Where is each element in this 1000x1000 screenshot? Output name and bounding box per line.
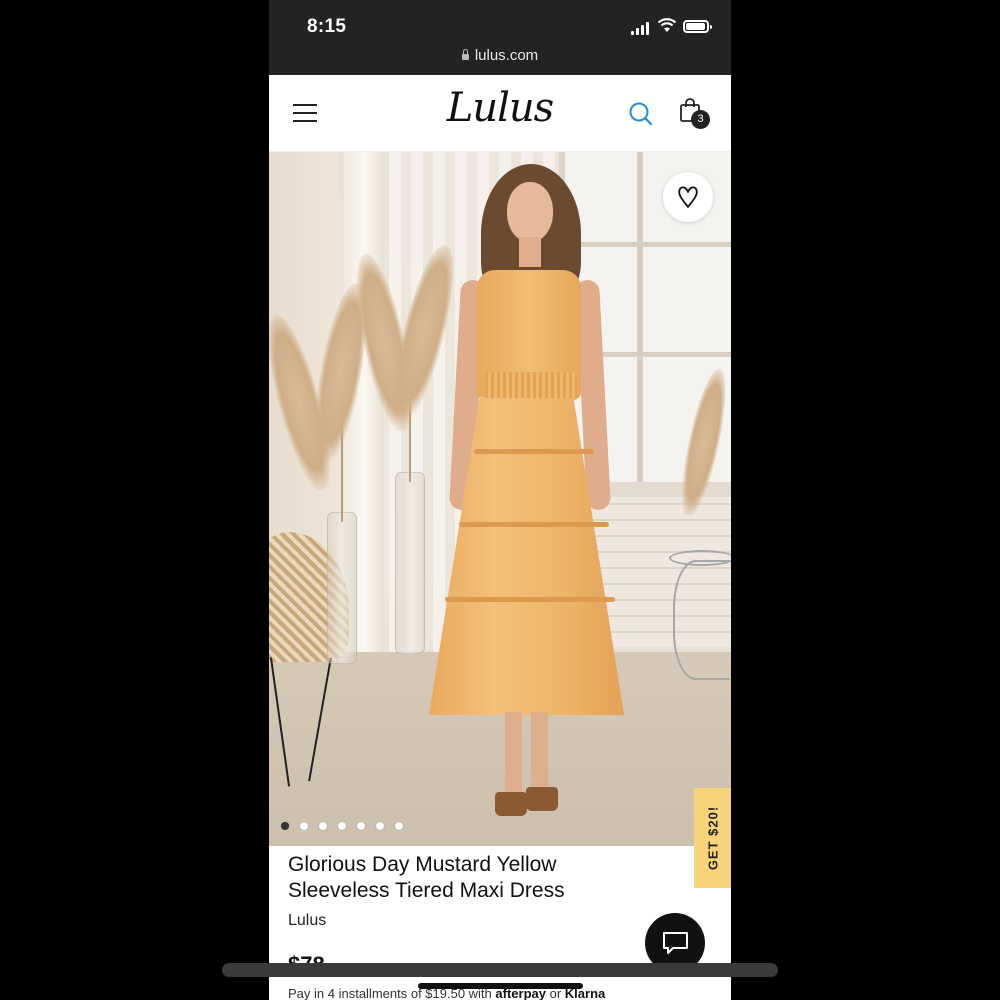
heart-icon <box>678 186 698 208</box>
chat-icon <box>663 932 688 954</box>
phone-screen: 8:15 lulus.com Lulus 3 Glorious Day Must… <box>269 0 731 1000</box>
url-text: lulus.com <box>474 47 539 64</box>
product-brand[interactable]: Lulus <box>288 912 326 930</box>
battery-icon <box>683 20 712 33</box>
url-bar[interactable]: lulus.com <box>269 47 731 64</box>
home-indicator[interactable] <box>418 983 583 989</box>
gallery-dot[interactable] <box>319 822 327 830</box>
signal-icon <box>631 21 649 35</box>
gallery-dot[interactable] <box>357 822 365 830</box>
horizontal-scrollbar[interactable] <box>222 963 778 977</box>
gallery-dot[interactable] <box>338 822 346 830</box>
site-logo[interactable]: Lulus <box>269 85 731 131</box>
bag-count-badge: 3 <box>691 110 710 129</box>
gallery-dot[interactable] <box>281 822 289 830</box>
promo-label: GET $20! <box>705 805 720 871</box>
site-header: Lulus 3 <box>269 75 731 152</box>
gallery-dot[interactable] <box>395 822 403 830</box>
gallery-dot[interactable] <box>300 822 308 830</box>
product-image[interactable] <box>269 152 731 846</box>
search-icon[interactable] <box>628 101 654 127</box>
wishlist-button[interactable] <box>663 172 713 222</box>
side-table <box>669 550 731 680</box>
gallery-dot[interactable] <box>376 822 384 830</box>
gallery-dots <box>281 822 403 830</box>
status-time: 8:15 <box>307 16 347 37</box>
lock-icon <box>461 49 469 60</box>
promo-tab[interactable]: GET $20! <box>694 788 731 888</box>
status-bar: 8:15 lulus.com <box>269 0 731 75</box>
wifi-icon <box>657 18 677 32</box>
product-title: Glorious Day Mustard Yellow Sleeveless T… <box>288 853 565 902</box>
